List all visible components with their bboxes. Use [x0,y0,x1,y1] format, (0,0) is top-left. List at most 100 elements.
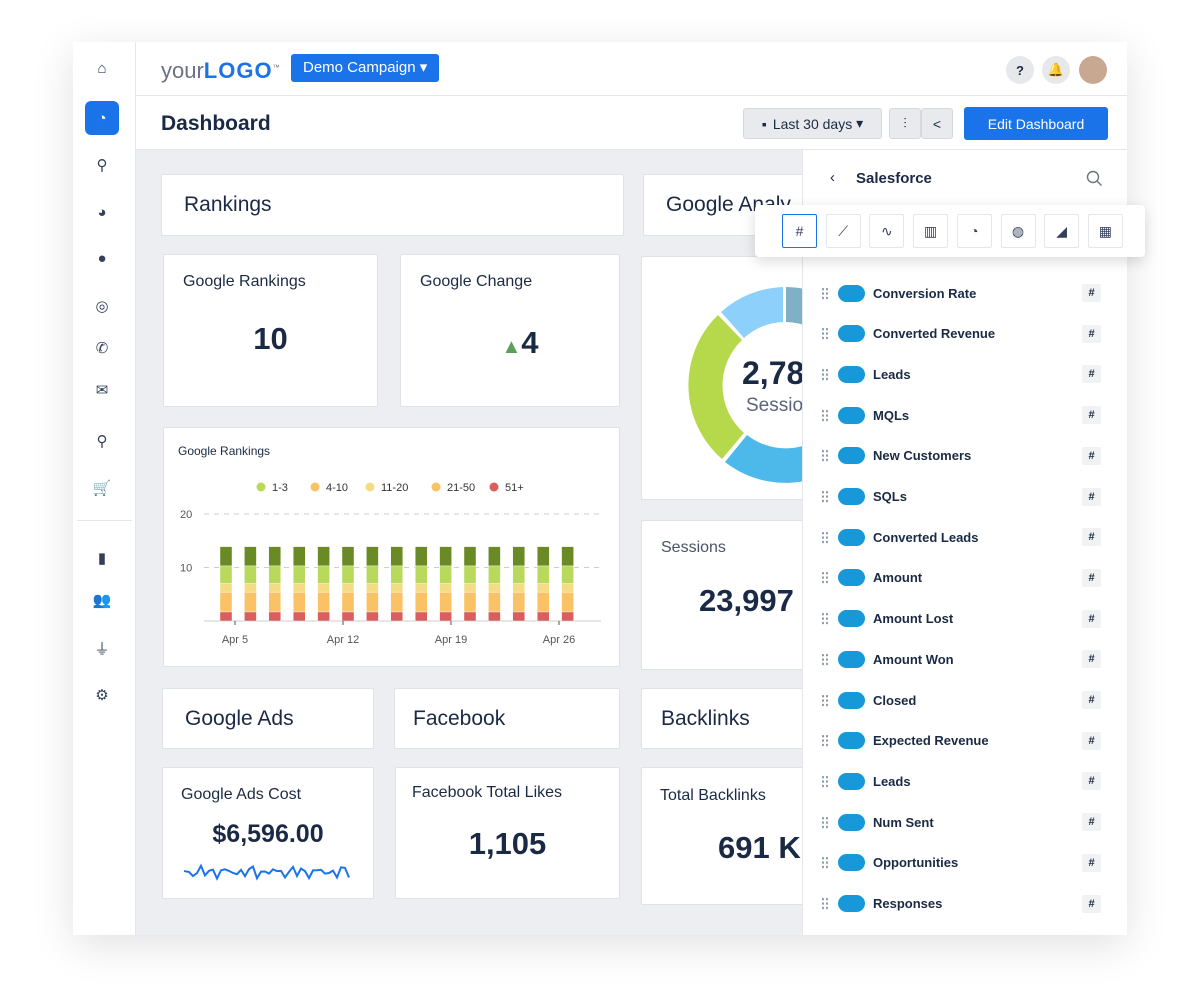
bar-segment[interactable] [390,565,404,584]
settings-button[interactable]: ⫶ [889,108,921,139]
bar-segment[interactable] [366,546,379,567]
bar-segment[interactable] [219,591,233,613]
bar-segment[interactable] [268,565,282,584]
metric-item[interactable]: Closed # [821,688,1101,712]
rankings-chart-card[interactable]: Google Rankings 1-3 4-10 11-20 21-50 51+ 10 20 A… [163,427,620,667]
back-button[interactable]: ‹ [830,169,835,186]
bar-segment[interactable] [439,591,452,613]
google-change-card[interactable]: Google Change ▲4 [400,254,620,407]
metric-item[interactable]: Converted Revenue # [821,322,1101,346]
bar-segment[interactable] [561,546,574,567]
bar-segment[interactable] [439,611,452,622]
metric-item[interactable]: MQLs # [821,403,1101,427]
metric-item[interactable]: Conversion Rate # [821,281,1101,305]
mail-icon[interactable]: ✉ [85,373,119,407]
metric-item[interactable]: SQLs # [821,485,1101,509]
legend-marker[interactable] [256,482,266,492]
drag-handle-icon[interactable] [821,612,829,626]
share-button[interactable]: < [921,108,953,139]
chat-icon[interactable]: ● [85,241,119,275]
metric-item[interactable]: Converted Leads # [821,525,1101,549]
gear-icon[interactable]: ⚙ [85,678,119,712]
location-icon[interactable]: ⚲ [85,424,119,458]
bar-segment[interactable] [439,565,452,584]
ads-cost-card[interactable]: Google Ads Cost $6,596.00 [162,767,374,899]
sparkline-viz-button[interactable]: ∿ [869,214,905,248]
bar-segment[interactable] [561,565,574,584]
target-icon[interactable]: ◎ [85,289,119,323]
bar-segment[interactable] [244,591,257,613]
bar-segment[interactable] [414,611,428,622]
number-viz-button[interactable]: # [782,214,817,248]
bar-segment[interactable] [219,611,233,622]
bar-segment[interactable] [414,591,428,613]
bar-segment[interactable] [317,546,330,567]
bar-segment[interactable] [366,583,379,593]
metric-item[interactable]: Leads # [821,769,1101,793]
notifications-button[interactable]: 🔔 [1042,56,1070,84]
drag-handle-icon[interactable] [821,815,829,829]
bar-segment[interactable] [463,591,477,613]
bar-segment[interactable] [390,583,404,593]
legend-marker[interactable] [431,482,441,492]
fb-likes-card[interactable]: Facebook Total Likes 1,105 [395,767,620,899]
pie-chart-icon[interactable]: ◕ [85,195,119,229]
bar-segment[interactable] [341,565,355,584]
bar-segment[interactable] [292,611,306,622]
drag-handle-icon[interactable] [821,734,829,748]
bar-segment[interactable] [488,591,501,613]
bar-segment[interactable] [219,565,233,584]
metric-item[interactable]: Opportunities # [821,851,1101,875]
bar-segment[interactable] [463,611,477,622]
phone-icon[interactable]: ✆ [85,331,119,365]
drag-handle-icon[interactable] [821,897,829,910]
metric-item[interactable]: Amount # [821,566,1101,590]
drag-handle-icon[interactable] [821,408,829,422]
bar-segment[interactable] [537,591,550,613]
bar-segment[interactable] [512,591,525,613]
bar-segment[interactable] [317,583,330,593]
bar-segment[interactable] [561,583,574,593]
drag-handle-icon[interactable] [821,286,829,300]
campaign-dropdown[interactable]: Demo Campaign ▾ [291,54,440,82]
bar-segment[interactable] [512,546,525,567]
metric-item[interactable]: Leads # [821,362,1101,386]
metric-item[interactable]: Num Sent # [821,810,1101,834]
drag-handle-icon[interactable] [821,774,829,788]
bar-segment[interactable] [512,611,525,622]
bar-segment[interactable] [341,583,355,593]
drag-handle-icon[interactable] [821,693,829,707]
area-chart-viz-button[interactable]: ◢ [1044,214,1080,248]
plug-icon[interactable]: ⏚ [85,631,119,665]
bar-segment[interactable] [292,546,306,567]
bar-segment[interactable] [244,583,257,593]
bar-segment[interactable] [366,591,379,613]
pie-chart-viz-button[interactable]: ◔ [956,214,992,248]
bar-segment[interactable] [341,591,355,613]
bar-segment[interactable] [317,591,330,613]
bar-segment[interactable] [366,611,379,622]
bar-segment[interactable] [463,546,477,567]
dashboard-icon[interactable]: ◔ [85,101,119,135]
bar-segment[interactable] [390,591,404,613]
edit-dashboard-button[interactable]: Edit Dashboard [964,107,1108,140]
users-icon[interactable]: 👥 [85,583,119,617]
bar-segment[interactable] [341,611,355,622]
bar-segment[interactable] [488,611,501,622]
bar-segment[interactable] [537,546,550,567]
bar-segment[interactable] [390,611,404,622]
metric-item[interactable]: Amount Lost # [821,607,1101,631]
drag-handle-icon[interactable] [821,530,829,544]
bar-segment[interactable] [268,611,282,622]
bar-segment[interactable] [414,583,428,593]
bar-segment[interactable] [488,565,501,584]
bar-segment[interactable] [414,546,428,567]
legend-marker[interactable] [310,482,320,492]
metric-item[interactable]: Responses # [821,892,1101,916]
google-rankings-card[interactable]: Google Rankings 10 [163,254,378,407]
bar-segment[interactable] [219,583,233,593]
bar-chart-viz-button[interactable]: ▥ [913,214,949,248]
bar-segment[interactable] [537,611,550,622]
bar-segment[interactable] [463,583,477,593]
cart-icon[interactable]: 🛒 [85,471,119,505]
